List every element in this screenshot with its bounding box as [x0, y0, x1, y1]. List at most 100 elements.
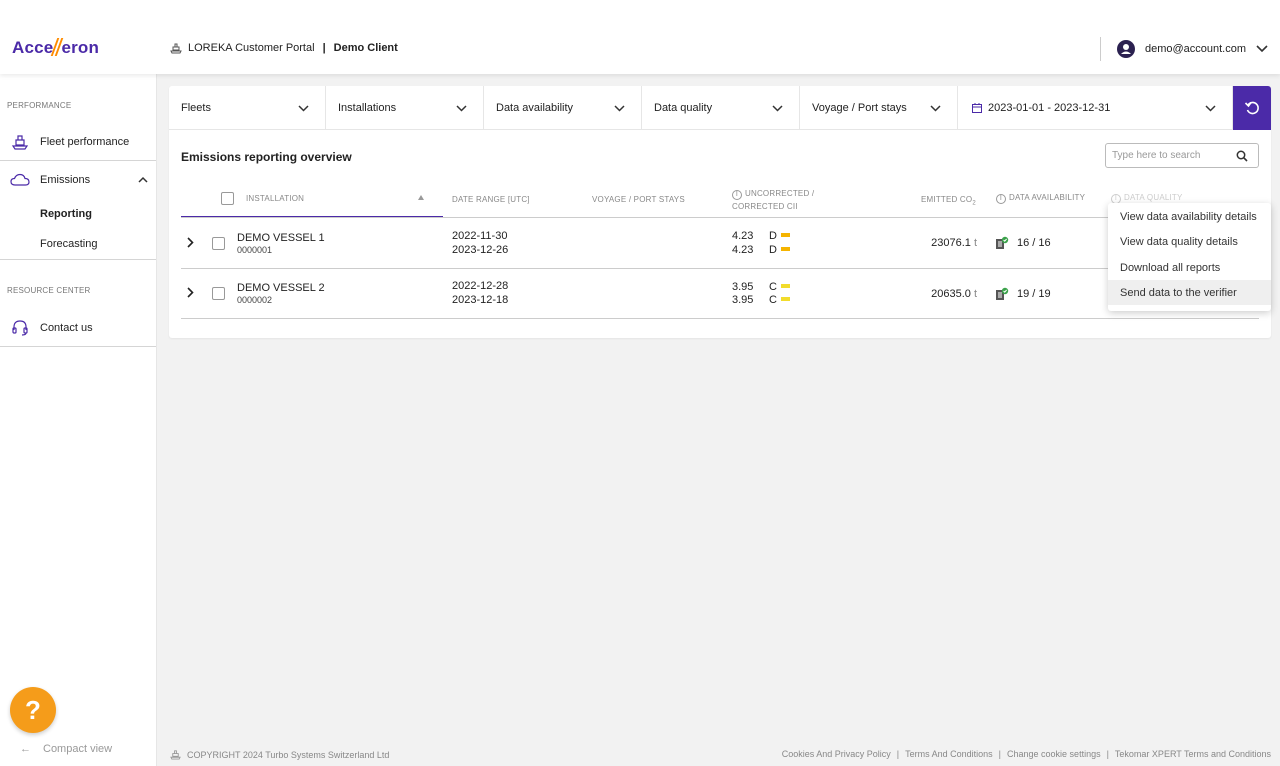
header-emitted-sub: 2 [972, 200, 976, 207]
cii-value: 3.95 [732, 281, 754, 293]
header-availability-label: DATA AVAILABILITY [1009, 193, 1086, 202]
sidebar-item-label: Emissions [40, 174, 91, 186]
date-to: 2023-12-18 [452, 294, 509, 306]
cii-grade-bar [780, 297, 790, 301]
accelleron-logo[interactable]: Acce eron [12, 38, 99, 58]
header-emitted-label: EMITTED CO [921, 195, 973, 204]
header-availability[interactable]: i DATA AVAILABILITY [996, 193, 1085, 204]
chevron-down-icon[interactable] [1256, 45, 1268, 53]
resource-section-title: RESOURCE CENTER [7, 286, 91, 295]
menu-item-download-reports[interactable]: Download all reports [1108, 255, 1271, 280]
help-button[interactable]: ? [10, 687, 56, 733]
date-to: 2023-12-26 [452, 244, 509, 256]
date-from: 2022-12-28 [452, 280, 509, 292]
header-installation[interactable]: INSTALLATION [246, 194, 304, 203]
sidebar-item-forecasting[interactable]: Forecasting [40, 238, 97, 250]
chevron-down-icon [456, 104, 467, 112]
logo-text-left: Acce [12, 38, 54, 57]
row-checkbox[interactable] [212, 237, 225, 250]
chevron-up-icon[interactable] [138, 176, 148, 183]
filter-voyage[interactable]: Voyage / Port stays [800, 86, 958, 130]
filter-label: Voyage / Port stays [812, 102, 907, 114]
date-from: 2022-11-30 [452, 230, 508, 242]
header-divider [1099, 37, 1101, 61]
header-divider [181, 217, 1259, 218]
footer-copyright: COPYRIGHT 2024 Turbo Systems Switzerland… [170, 749, 389, 760]
headset-icon [10, 318, 30, 338]
footer-links: Cookies And Privacy Policy | Terms And C… [782, 749, 1271, 759]
header-voyage[interactable]: VOYAGE / PORT STAYS [592, 195, 685, 204]
cii-grade: C [769, 281, 790, 294]
date-range-value: 2023-01-01 - 2023-12-31 [988, 102, 1111, 114]
data-availability[interactable]: 16 / 16 [995, 236, 1051, 250]
sidebar-item-reporting[interactable]: Reporting [40, 208, 92, 220]
footer-separator: | [998, 749, 1002, 759]
footer-link-cookies[interactable]: Cookies And Privacy Policy [782, 749, 891, 759]
emitted-unit: t [973, 237, 977, 249]
search-icon[interactable] [1236, 150, 1248, 162]
filter-data-availability[interactable]: Data availability [484, 86, 642, 130]
cii-grade-letter: C [769, 281, 777, 293]
row-checkbox[interactable] [212, 287, 225, 300]
header-quality-label: DATA QUALITY [1124, 193, 1183, 202]
header-date-range[interactable]: DATE RANGE [UTC] [452, 195, 530, 204]
sidebar-item-label: Fleet performance [40, 136, 130, 148]
vessel-id: 0000001 [237, 245, 273, 255]
emitted-unit: t [973, 288, 977, 300]
header-cii-line1: UNCORRECTED / [745, 189, 815, 198]
divider [0, 259, 156, 260]
filter-label: Fleets [181, 102, 211, 114]
cii-grade-bar [780, 233, 790, 237]
filter-data-quality[interactable]: Data quality [642, 86, 800, 130]
sidebar-item-emissions[interactable]: Emissions [0, 161, 156, 199]
cii-grade-bar [780, 284, 790, 288]
chevron-down-icon [614, 104, 625, 112]
header-cii-line2: CORRECTED CII [732, 202, 798, 211]
info-icon[interactable]: i [732, 190, 742, 200]
cii-value: 4.23 [732, 230, 754, 242]
filter-fleets[interactable]: Fleets [169, 86, 326, 130]
filter-label: Data availability [496, 102, 574, 114]
search-input[interactable] [1112, 150, 1236, 161]
availability-value: 19 / 19 [1017, 287, 1051, 300]
compact-view-toggle[interactable]: ← Compact view [20, 743, 112, 755]
portal-breadcrumb: LOREKA Customer Portal | Demo Client [170, 42, 398, 54]
cii-uncorrected: 3.95 C [732, 281, 802, 294]
user-email: demo@account.com [1144, 43, 1246, 55]
cii-corrected: 3.95 C [732, 294, 802, 307]
menu-item-quality-details[interactable]: View data quality details [1108, 229, 1271, 254]
chevron-right-icon[interactable] [187, 287, 194, 298]
cii-corrected: 4.23 D [732, 244, 802, 257]
footer-link-xpert-terms[interactable]: Tekomar XPERT Terms and Conditions [1115, 749, 1271, 759]
search-box[interactable] [1105, 143, 1259, 168]
document-check-icon [996, 287, 1009, 300]
row-divider [181, 268, 1259, 269]
menu-item-availability-details[interactable]: View data availability details [1108, 204, 1271, 229]
filter-date-range[interactable]: 2023-01-01 - 2023-12-31 [958, 86, 1233, 130]
top-header: Acce eron LOREKA Customer Portal | Demo C… [0, 0, 1280, 74]
user-menu[interactable]: demo@account.com [1099, 36, 1268, 62]
footer-link-cookie-settings[interactable]: Change cookie settings [1007, 749, 1101, 759]
footer-link-terms[interactable]: Terms And Conditions [905, 749, 993, 759]
header-cii[interactable]: i UNCORRECTED / CORRECTED CII [732, 187, 814, 213]
sidebar-item-fleet-performance[interactable]: Fleet performance [0, 123, 156, 161]
chevron-down-icon [1205, 104, 1216, 112]
cii-grade: C [769, 294, 790, 307]
select-all-checkbox[interactable] [221, 192, 234, 205]
data-availability[interactable]: 19 / 19 [995, 287, 1051, 301]
filter-installations[interactable]: Installations [326, 86, 484, 130]
client-name: Demo Client [333, 42, 398, 54]
chevron-right-icon[interactable] [187, 237, 194, 248]
undo-icon [1244, 101, 1259, 115]
sidebar-item-label: Contact us [40, 322, 93, 334]
reset-filters-button[interactable] [1233, 86, 1271, 130]
sort-asc-icon[interactable] [418, 195, 424, 200]
info-icon[interactable]: i [996, 194, 1006, 204]
emitted-co2: 23076.1 t [899, 237, 977, 250]
menu-item-send-to-verifier[interactable]: Send data to the verifier [1108, 280, 1271, 305]
ship-icon [170, 43, 182, 54]
emitted-value: 23076.1 [931, 237, 971, 249]
cii-grade-letter: D [769, 230, 777, 242]
sidebar-item-contact[interactable]: Contact us [0, 309, 156, 347]
header-emitted[interactable]: EMITTED CO2 [921, 195, 976, 207]
